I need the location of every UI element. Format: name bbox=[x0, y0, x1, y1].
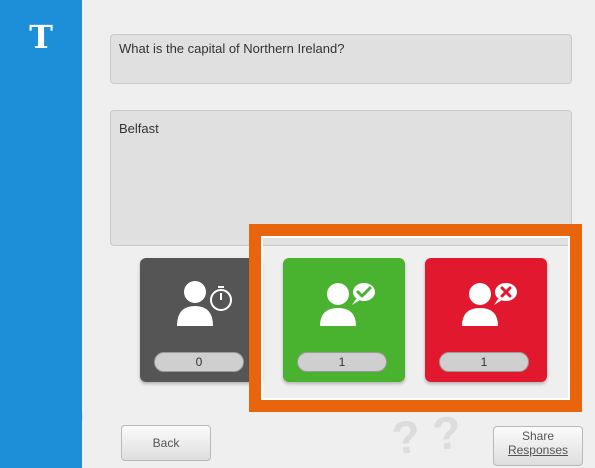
share-responses-button[interactable]: Share Responses bbox=[493, 426, 583, 466]
question-field: What is the capital of Northern Ireland? bbox=[110, 34, 572, 84]
highlight-frame bbox=[249, 224, 582, 412]
pending-count: 0 bbox=[154, 352, 244, 372]
person-stopwatch-icon bbox=[177, 281, 232, 326]
pending-responses-tile[interactable]: 0 bbox=[140, 258, 262, 382]
share-label-line1: Share bbox=[521, 429, 555, 443]
app-logo-letter: T bbox=[29, 18, 53, 56]
decorative-question-marks: ? ? bbox=[82, 334, 89, 401]
back-button[interactable]: Back bbox=[121, 425, 211, 461]
share-label-line2: Responses bbox=[507, 443, 569, 457]
decorative-question-marks: ? ? bbox=[82, 388, 89, 457]
sidebar: T bbox=[0, 0, 82, 468]
decorative-question-marks: ? ? bbox=[389, 405, 464, 465]
highlight-inner-border bbox=[261, 236, 570, 400]
